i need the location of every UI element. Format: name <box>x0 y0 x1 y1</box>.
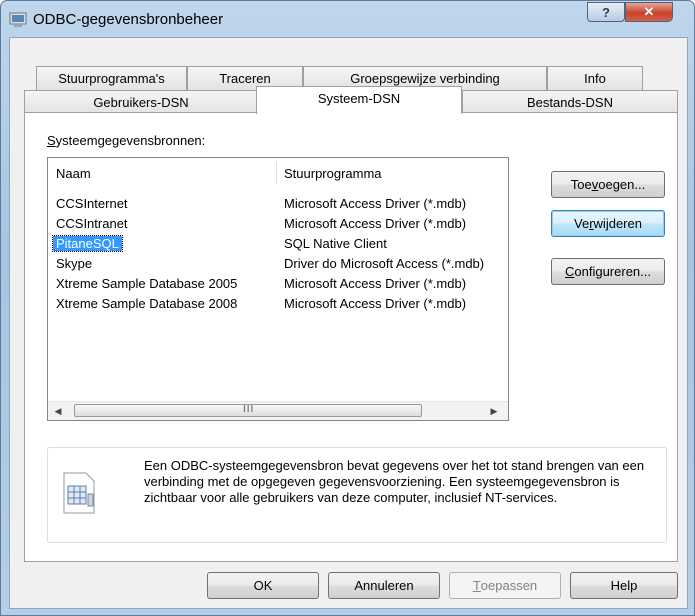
list-item[interactable]: Skype Driver do Microsoft Access (*.mdb) <box>48 254 508 274</box>
list-item[interactable]: CCSInternet Microsoft Access Driver (*.m… <box>48 194 508 214</box>
tab-info[interactable]: Info <box>547 66 643 90</box>
scroll-left-icon[interactable]: ◀ <box>52 405 64 417</box>
data-sources-label: Systeemgegevensbronnen: <box>47 133 206 148</box>
info-description: Een ODBC-systeemgegevensbron bevat gegev… <box>144 458 645 505</box>
data-sources-list[interactable]: Naam Stuurprogramma CCSInternet Microsof… <box>47 157 509 421</box>
remove-button[interactable]: Ve r wijderen <box>551 210 665 237</box>
tab-gebruikers-dsn[interactable]: Gebruikers-DSN <box>24 90 258 114</box>
list-item[interactable]: Xtreme Sample Database 2005 Microsoft Ac… <box>48 274 508 294</box>
list-item-selected[interactable]: PitaneSQL SQL Native Client <box>48 234 508 254</box>
systeem-dsn-panel: Systeemgegevensbronnen: Naam Stuurprogra… <box>24 112 678 562</box>
dialog-client-area: Stuurprogramma's Traceren Groepsgewijze … <box>9 37 688 609</box>
list-item[interactable]: CCSIntranet Microsoft Access Driver (*.m… <box>48 214 508 234</box>
scroll-thumb[interactable]: III <box>74 404 422 417</box>
help-title-button[interactable]: ? <box>587 2 625 22</box>
configure-button[interactable]: Configureren... <box>551 258 665 285</box>
apply-button[interactable]: Toepassen <box>449 572 561 599</box>
dialog-window: ODBC-gegevensbronbeheer ? ✕ Stuurprogram… <box>0 0 695 616</box>
tab-bestands-dsn[interactable]: Bestands-DSN <box>462 90 678 114</box>
title-bar[interactable]: ODBC-gegevensbronbeheer ? ✕ <box>1 1 694 37</box>
ok-button[interactable]: OK <box>207 572 319 599</box>
data-source-document-icon <box>63 472 95 514</box>
cancel-button[interactable]: Annuleren <box>328 572 440 599</box>
tab-systeem-dsn[interactable]: Systeem-DSN <box>256 86 462 114</box>
scroll-grip-icon: III <box>243 404 255 415</box>
scroll-right-icon[interactable]: ▶ <box>488 405 500 417</box>
odbc-app-icon <box>9 12 27 27</box>
close-button[interactable]: ✕ <box>625 2 673 22</box>
info-box: Een ODBC-systeemgegevensbron bevat gegev… <box>47 447 667 543</box>
list-item[interactable]: Xtreme Sample Database 2008 Microsoft Ac… <box>48 294 508 314</box>
window-title: ODBC-gegevensbronbeheer <box>33 11 224 28</box>
add-button[interactable]: Toe v oegen... <box>551 171 665 198</box>
column-header-naam[interactable]: Naam <box>48 158 276 188</box>
tab-stuurprogrammas[interactable]: Stuurprogramma's <box>36 66 187 90</box>
column-header-stuurprogramma[interactable]: Stuurprogramma <box>276 158 508 188</box>
horizontal-scrollbar[interactable]: ◀ III ▶ <box>48 401 508 420</box>
help-button[interactable]: Help <box>570 572 678 599</box>
